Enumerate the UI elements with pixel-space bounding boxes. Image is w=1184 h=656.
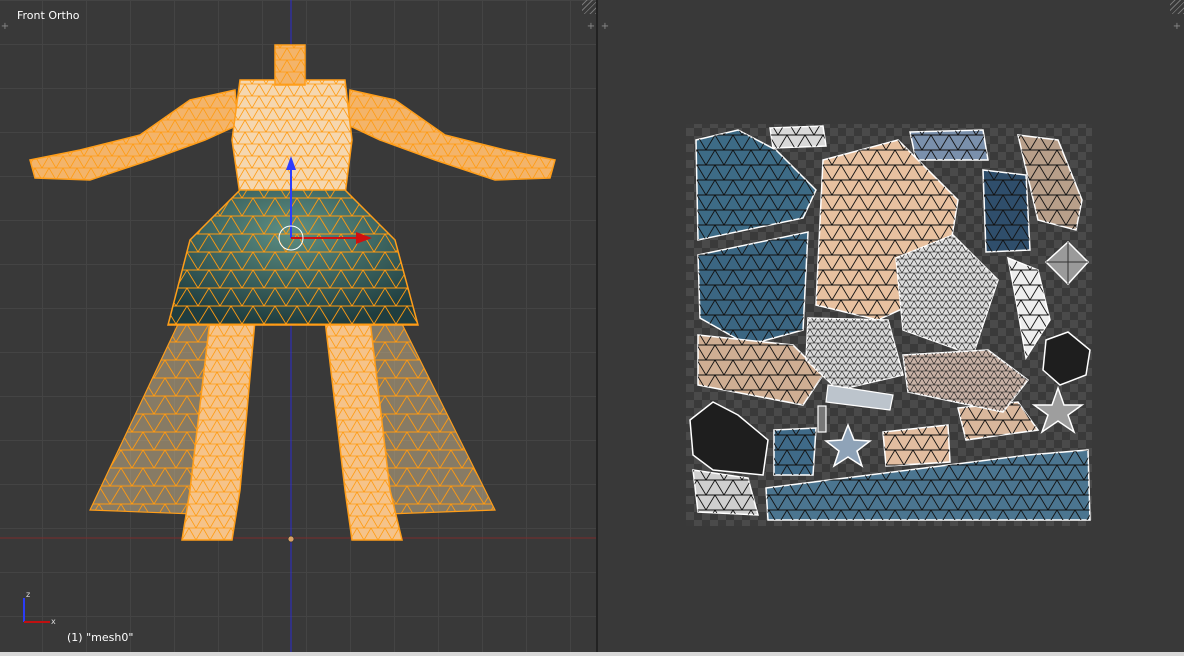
object-label: (1) "mesh0" bbox=[67, 631, 134, 644]
area-split-plus-icon[interactable]: + bbox=[0, 22, 10, 32]
area-corner-hatch-icon[interactable] bbox=[1170, 0, 1184, 14]
bottom-bar bbox=[0, 652, 1184, 656]
mesh-object[interactable] bbox=[29, 44, 556, 541]
3d-cursor-icon bbox=[287, 535, 295, 543]
area-split-plus-icon[interactable]: + bbox=[586, 22, 596, 32]
3d-viewport[interactable]: z x Front Ortho (1) "mesh0" + + bbox=[0, 0, 596, 652]
view-label: Front Ortho bbox=[17, 9, 80, 22]
viewport-canvas[interactable]: z x bbox=[0, 0, 596, 652]
uv-canvas[interactable] bbox=[598, 0, 1184, 652]
area-split-plus-icon[interactable]: + bbox=[1172, 22, 1182, 32]
area-corner-hatch-icon[interactable] bbox=[582, 0, 596, 14]
axis-gizmo-icon bbox=[23, 598, 50, 623]
gizmo-x-label: x bbox=[51, 617, 56, 626]
area-split-plus-icon[interactable]: + bbox=[600, 22, 610, 32]
uv-image-editor[interactable]: + + bbox=[598, 0, 1184, 652]
gizmo-z-label: z bbox=[26, 590, 30, 599]
